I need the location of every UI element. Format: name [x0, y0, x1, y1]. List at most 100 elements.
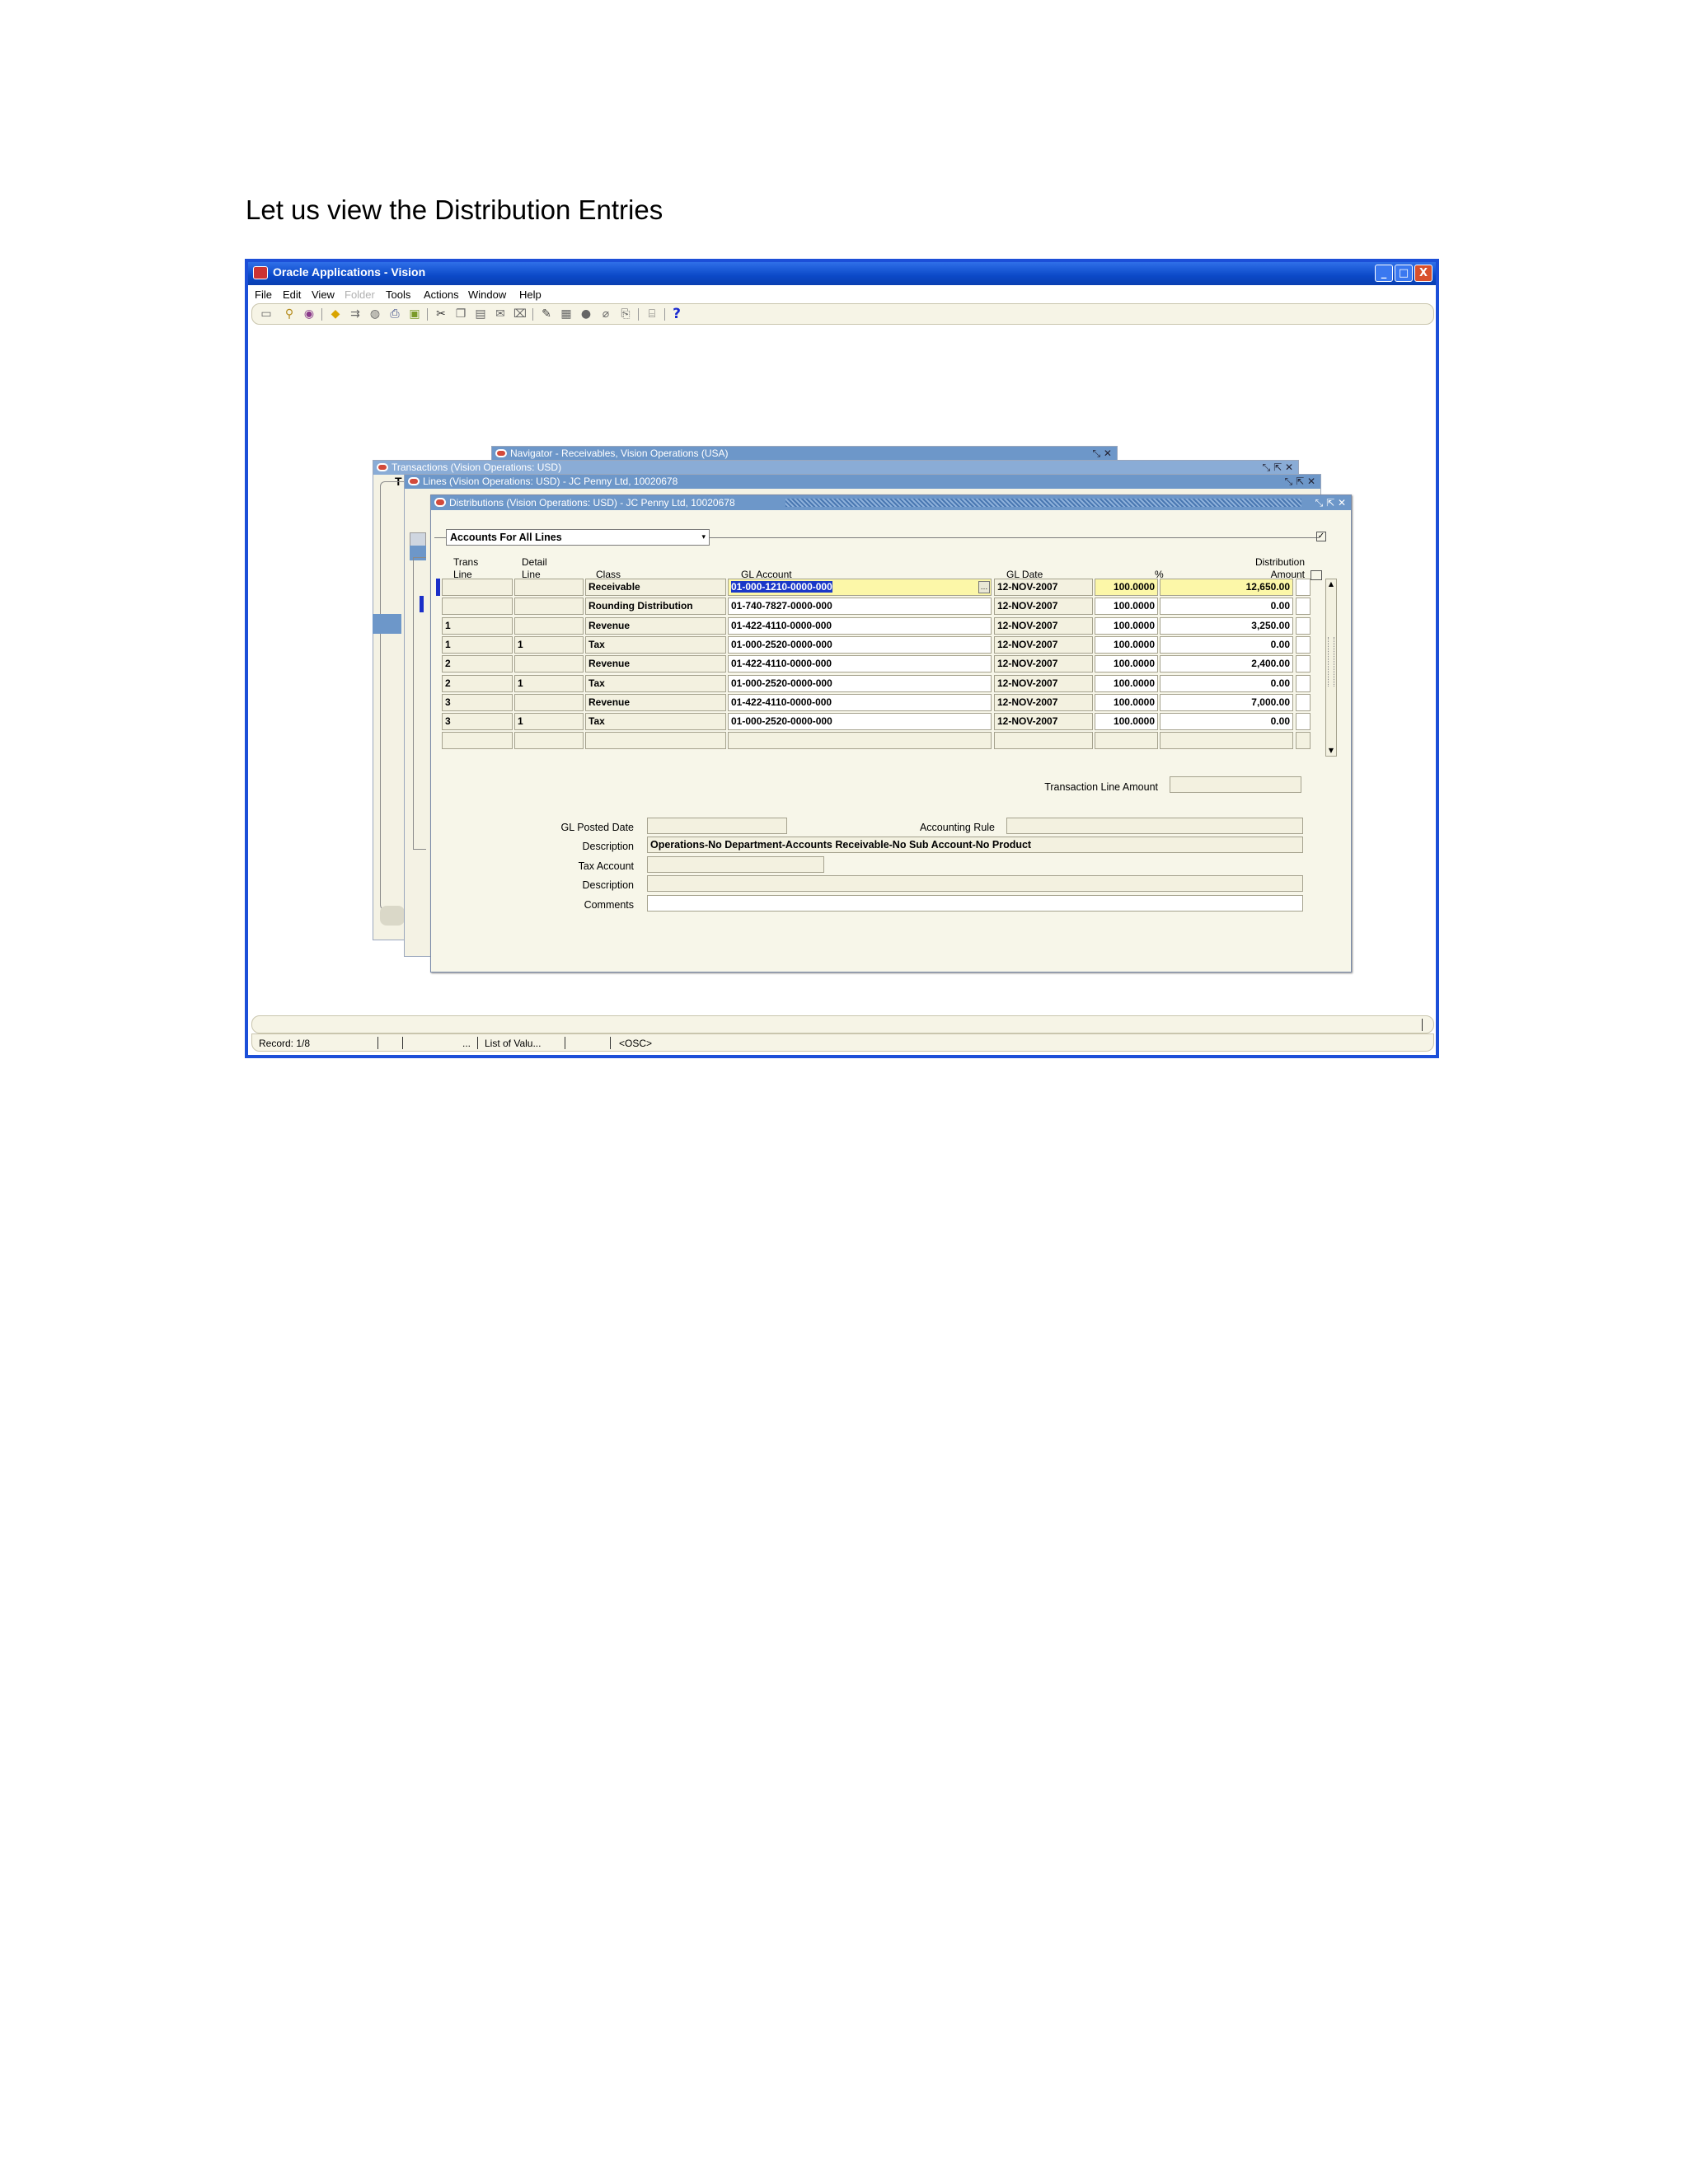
amount-cell[interactable]: 12,650.00: [1160, 579, 1293, 596]
amount-cell[interactable]: 0.00: [1160, 713, 1293, 730]
row-marker[interactable]: [436, 732, 440, 749]
trans-line-cell[interactable]: 3: [442, 713, 513, 730]
flexfield-cell[interactable]: [1296, 694, 1311, 711]
percent-cell[interactable]: 100.0000: [1095, 579, 1158, 596]
navigator-icon[interactable]: ◉: [302, 307, 316, 321]
folder-checkbox[interactable]: ✓: [1316, 532, 1326, 541]
class-cell[interactable]: Tax: [585, 636, 726, 654]
class-cell[interactable]: [585, 732, 726, 749]
detail-line-cell[interactable]: 1: [514, 636, 584, 654]
folder-tools-icon[interactable]: ⎘: [618, 307, 633, 321]
gl-date-cell[interactable]: 12-NOV-2007: [994, 655, 1093, 673]
percent-cell[interactable]: 100.0000: [1095, 675, 1158, 692]
percent-cell[interactable]: 100.0000: [1095, 636, 1158, 654]
percent-cell[interactable]: 100.0000: [1095, 655, 1158, 673]
minimize-button[interactable]: _: [1375, 265, 1393, 282]
scroll-thumb[interactable]: [1328, 637, 1334, 687]
row-marker[interactable]: [436, 694, 440, 711]
close-form-icon[interactable]: ▣: [407, 307, 422, 321]
zoom-icon[interactable]: ▦: [559, 307, 574, 321]
percent-cell[interactable]: 100.0000: [1095, 694, 1158, 711]
trans-line-cell[interactable]: [442, 579, 513, 596]
flexfield-cell[interactable]: [1296, 713, 1311, 730]
amount-cell[interactable]: 7,000.00: [1160, 694, 1293, 711]
copy-icon[interactable]: ❐: [453, 307, 468, 321]
gl-date-cell[interactable]: 12-NOV-2007: [994, 694, 1093, 711]
print-icon[interactable]: ⎙: [387, 307, 402, 321]
class-cell[interactable]: Revenue: [585, 655, 726, 673]
window-controls-icon[interactable]: ⤡ ⇱ ✕: [1285, 475, 1315, 489]
detail-line-cell[interactable]: 1: [514, 675, 584, 692]
amount-cell[interactable]: 3,250.00: [1160, 617, 1293, 635]
trans-line-cell[interactable]: 3: [442, 694, 513, 711]
attachments-icon[interactable]: ⌀: [598, 307, 613, 321]
gl-date-cell[interactable]: 12-NOV-2007: [994, 617, 1093, 635]
window-help-icon[interactable]: ⌸: [645, 307, 659, 321]
flexfield-cell[interactable]: [1296, 598, 1311, 615]
help-icon[interactable]: ?: [669, 307, 684, 321]
menu-actions[interactable]: Actions: [424, 288, 459, 301]
find-icon[interactable]: ⚲: [282, 307, 297, 321]
flexfield-cell[interactable]: [1296, 655, 1311, 673]
class-cell[interactable]: Tax: [585, 713, 726, 730]
delete-record-icon[interactable]: ⌧: [513, 307, 528, 321]
flexfield-cell[interactable]: [1296, 732, 1311, 749]
menu-file[interactable]: File: [255, 288, 272, 301]
gl-account-cell[interactable]: 01-000-2520-0000-000: [728, 675, 992, 692]
amount-cell[interactable]: 0.00: [1160, 636, 1293, 654]
detail-line-cell[interactable]: [514, 655, 584, 673]
gl-posted-date-field[interactable]: [647, 818, 787, 834]
save-icon[interactable]: ◆: [328, 307, 343, 321]
gl-account-cell[interactable]: 01-000-1210-0000-000: [728, 579, 992, 596]
trans-line-cell[interactable]: 1: [442, 636, 513, 654]
amount-cell[interactable]: 0.00: [1160, 675, 1293, 692]
flexfield-cell[interactable]: [1296, 617, 1311, 635]
detail-line-cell[interactable]: [514, 617, 584, 635]
list-of-values-button[interactable]: …: [978, 581, 990, 593]
edit-field-icon[interactable]: ✎: [539, 307, 554, 321]
row-marker[interactable]: [436, 579, 440, 596]
row-marker[interactable]: [436, 617, 440, 635]
scroll-up-icon[interactable]: ▲: [1326, 579, 1336, 589]
amount-cell[interactable]: [1160, 732, 1293, 749]
menu-window[interactable]: Window: [468, 288, 506, 301]
gl-account-cell[interactable]: 01-422-4110-0000-000: [728, 655, 992, 673]
close-button[interactable]: X: [1414, 265, 1432, 282]
cut-icon[interactable]: ✂: [434, 307, 448, 321]
grid-scrollbar[interactable]: ▲ ▼: [1325, 579, 1337, 757]
next-step-icon[interactable]: ⇉: [348, 307, 363, 321]
transaction-line-amount-field[interactable]: [1170, 776, 1301, 793]
amount-cell[interactable]: 2,400.00: [1160, 655, 1293, 673]
description-field[interactable]: Operations-No Department-Accounts Receiv…: [647, 837, 1303, 853]
percent-cell[interactable]: 100.0000: [1095, 713, 1158, 730]
menu-edit[interactable]: Edit: [283, 288, 301, 301]
window-controls-icon[interactable]: ⤡ ⇱ ✕: [1263, 461, 1293, 475]
gl-date-cell[interactable]: 12-NOV-2007: [994, 579, 1093, 596]
window-controls-icon[interactable]: ⤡ ✕: [1093, 447, 1112, 461]
gl-account-cell[interactable]: 01-000-2520-0000-000: [728, 713, 992, 730]
view-selector-dropdown[interactable]: Accounts For All Lines ▾: [446, 529, 710, 546]
percent-cell[interactable]: 100.0000: [1095, 617, 1158, 635]
gl-date-cell[interactable]: 12-NOV-2007: [994, 675, 1093, 692]
gl-account-cell[interactable]: 01-000-2520-0000-000: [728, 636, 992, 654]
app-titlebar[interactable]: Oracle Applications - Vision _ □ X: [248, 262, 1436, 285]
percent-cell[interactable]: [1095, 732, 1158, 749]
row-marker[interactable]: [436, 636, 440, 654]
class-cell[interactable]: Receivable: [585, 579, 726, 596]
new-icon[interactable]: ▭: [259, 307, 274, 321]
row-marker[interactable]: [436, 598, 440, 615]
accounting-rule-field[interactable]: [1006, 818, 1303, 834]
gl-date-cell[interactable]: 12-NOV-2007: [994, 713, 1093, 730]
maximize-button[interactable]: □: [1395, 265, 1413, 282]
class-cell[interactable]: Revenue: [585, 617, 726, 635]
trans-line-cell[interactable]: 1: [442, 617, 513, 635]
detail-line-cell[interactable]: 1: [514, 713, 584, 730]
row-marker[interactable]: [436, 655, 440, 673]
menu-tools[interactable]: Tools: [386, 288, 410, 301]
menu-help[interactable]: Help: [519, 288, 542, 301]
detail-line-cell[interactable]: [514, 579, 584, 596]
amount-cell[interactable]: 0.00: [1160, 598, 1293, 615]
gl-date-cell[interactable]: 12-NOV-2007: [994, 636, 1093, 654]
new-record-icon[interactable]: ✉: [493, 307, 508, 321]
gl-account-cell[interactable]: 01-422-4110-0000-000: [728, 617, 992, 635]
